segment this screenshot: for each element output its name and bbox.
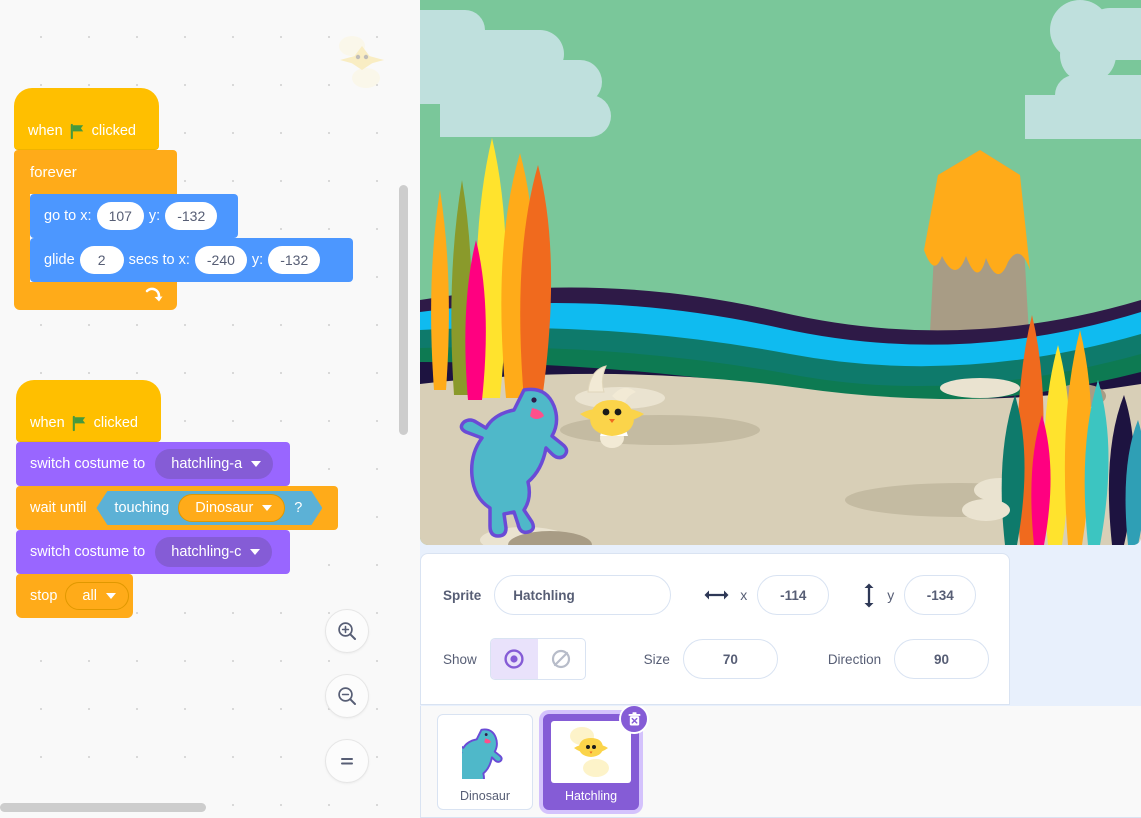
stop-label: stop — [30, 587, 58, 604]
when-flag-clicked-block-2[interactable]: when clicked — [16, 380, 161, 442]
forever-label-row[interactable]: forever — [14, 150, 177, 194]
forever-body[interactable]: go to x: 107 y: -132 glide 2 secs to x: … — [30, 194, 353, 282]
eye-visible-icon — [504, 649, 524, 669]
workspace-horizontal-scrollbar[interactable] — [0, 803, 206, 812]
switch-costume-block-1[interactable]: switch costume to hatchling-a — [16, 442, 290, 486]
direction-label: Direction — [827, 651, 882, 667]
sprite-direction-input[interactable]: 90 — [894, 639, 989, 679]
hatchling-thumbnail — [551, 721, 631, 783]
equals-icon — [341, 758, 353, 765]
show-label: Show — [443, 651, 477, 667]
stop-block[interactable]: stop all — [16, 574, 133, 618]
when-label: when — [28, 122, 63, 139]
when-label: when — [30, 414, 65, 431]
when-flag-clicked-block[interactable]: when clicked — [14, 88, 159, 150]
sprite-tile-hatchling[interactable]: Hatchling — [543, 706, 649, 810]
dinosaur-thumbnail — [445, 721, 525, 783]
zoom-out-button[interactable] — [325, 674, 369, 718]
sprite-tile-name: Dinosaur — [459, 789, 511, 803]
touching-question-mark: ? — [294, 500, 303, 516]
forever-label: forever — [30, 163, 77, 181]
sprite-list-panel[interactable]: Dinosaur Hatchling — [420, 706, 1141, 818]
show-hidden-button[interactable] — [538, 639, 585, 679]
touching-label: touching — [114, 500, 170, 516]
forever-block[interactable]: forever go to x: 107 y: -132 glide 2 sec… — [14, 150, 353, 310]
glide-x-input[interactable]: -240 — [194, 246, 247, 274]
switch-costume-label: switch costume to — [30, 455, 146, 472]
clicked-label: clicked — [91, 122, 136, 139]
loop-arrow-icon — [145, 287, 163, 302]
script-motion[interactable]: when clicked forever go to x: 107 y: -13… — [14, 88, 353, 310]
costume-dropdown-1[interactable]: hatchling-a — [155, 449, 274, 479]
switch-costume-label-2: switch costume to — [30, 543, 146, 560]
code-workspace[interactable]: when clicked forever go to x: 107 y: -13… — [0, 0, 420, 818]
glide-secs-to-xy-block[interactable]: glide 2 secs to x: -240 y: -132 — [30, 238, 353, 282]
green-flag-icon — [72, 415, 85, 432]
stage-canvas — [420, 0, 1141, 545]
forever-left-wall — [14, 194, 30, 282]
forever-bottom[interactable] — [14, 282, 177, 310]
stage[interactable] — [420, 0, 1141, 545]
glide-label: glide — [44, 251, 75, 268]
show-hide-toggle[interactable] — [489, 638, 586, 680]
magnifier-minus-icon — [338, 687, 356, 705]
magnifier-plus-icon — [338, 622, 356, 640]
sprite-tile-dinosaur[interactable]: Dinosaur — [437, 714, 533, 810]
sprite-tiles[interactable]: Dinosaur Hatchling — [421, 706, 1141, 810]
sprite-watermark-icon — [339, 36, 384, 88]
go-to-y-label: y: — [148, 207, 161, 224]
touching-target-dropdown[interactable]: Dinosaur — [178, 494, 285, 522]
glide-y-label: y: — [251, 251, 264, 268]
green-flag-icon — [70, 123, 83, 140]
stop-option-dropdown[interactable]: all — [65, 582, 129, 610]
costume-dropdown-1-value: hatchling-a — [171, 456, 243, 472]
sprite-y-input[interactable]: -134 — [904, 575, 977, 615]
stop-option-value: all — [82, 588, 97, 604]
costume-dropdown-2[interactable]: hatchling-c — [155, 537, 273, 567]
sprite-info-row-2: Show Size 70 Direction 90 — [443, 636, 989, 682]
scratch-editor: when clicked forever go to x: 107 y: -13… — [0, 0, 1141, 818]
size-label: Size — [643, 651, 670, 667]
vertical-arrows-icon — [862, 583, 876, 608]
delete-sprite-button[interactable] — [619, 706, 649, 734]
stage-and-sprites-column: Sprite Hatchling x -114 y -134 Show Size… — [420, 0, 1141, 818]
sprite-x-input[interactable]: -114 — [757, 575, 830, 615]
horizontal-arrows-icon — [704, 588, 729, 602]
go-to-xy-block[interactable]: go to x: 107 y: -132 — [30, 194, 238, 238]
touching-target-value: Dinosaur — [195, 500, 254, 516]
clicked-label: clicked — [93, 414, 138, 431]
zoom-reset-button[interactable] — [325, 739, 369, 783]
sprite-label: Sprite — [443, 587, 482, 603]
eye-hidden-icon — [552, 649, 571, 669]
costume-dropdown-2-value: hatchling-c — [171, 544, 242, 560]
switch-costume-block-2[interactable]: switch costume to hatchling-c — [16, 530, 290, 574]
touching-boolean-block[interactable]: touching Dinosaur ? — [96, 491, 322, 525]
sprite-info-row-1: Sprite Hatchling x -114 y -134 — [443, 572, 989, 618]
chevron-down-icon — [250, 549, 261, 555]
sprite-tile-name: Hatchling — [564, 789, 618, 803]
glide-y-input[interactable]: -132 — [268, 246, 321, 274]
go-to-y-input[interactable]: -132 — [165, 202, 218, 230]
sprite-info-panel: Sprite Hatchling x -114 y -134 Show Size… — [420, 553, 1010, 705]
go-to-x-input[interactable]: 107 — [96, 202, 144, 230]
workspace-zoom-controls[interactable] — [325, 609, 369, 783]
chevron-down-icon — [105, 593, 116, 599]
glide-secs-to-x-label: secs to x: — [128, 251, 190, 268]
chevron-down-icon — [251, 461, 262, 467]
chevron-down-icon — [262, 505, 272, 511]
script-looks[interactable]: when clicked switch costume to hatchling… — [16, 380, 338, 618]
sprite-name-input[interactable]: Hatchling — [494, 575, 672, 615]
x-axis-label: x — [740, 587, 748, 603]
wait-until-label: wait until — [30, 499, 87, 516]
wait-until-block[interactable]: wait until touching Dinosaur ? — [16, 486, 338, 530]
go-to-x-label: go to x: — [44, 207, 92, 224]
trash-delete-icon — [628, 711, 640, 725]
zoom-in-button[interactable] — [325, 609, 369, 653]
glide-secs-input[interactable]: 2 — [79, 246, 124, 274]
y-axis-label: y — [887, 587, 895, 603]
sprite-size-input[interactable]: 70 — [682, 639, 778, 679]
workspace-vertical-scrollbar[interactable] — [399, 185, 408, 435]
show-visible-button[interactable] — [490, 639, 538, 679]
